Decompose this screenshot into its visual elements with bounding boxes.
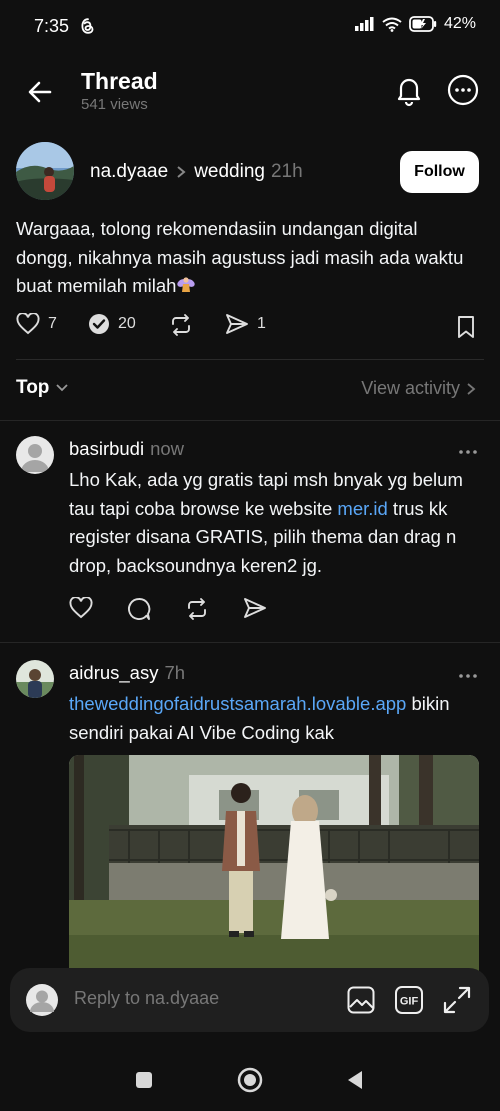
post-body: Wargaaa, tolong rekomendasiin undangan d… bbox=[16, 218, 464, 296]
post-meta: na.dyaae wedding 21h bbox=[90, 161, 303, 183]
share-count: 1 bbox=[257, 315, 266, 332]
post-time: 21h bbox=[270, 161, 303, 182]
page-title: Thread bbox=[81, 68, 158, 94]
my-avatar bbox=[26, 984, 58, 1016]
reply-time: 7h bbox=[164, 662, 186, 683]
author-avatar[interactable] bbox=[16, 142, 74, 200]
home-button[interactable] bbox=[237, 1067, 263, 1093]
chevron-right-icon bbox=[176, 165, 186, 179]
square-icon bbox=[131, 1067, 157, 1093]
sort-label: Top bbox=[16, 377, 50, 398]
gif-label: GIF bbox=[400, 996, 419, 1008]
send-icon bbox=[225, 313, 249, 335]
share-button[interactable] bbox=[243, 597, 267, 621]
chevron-down-icon bbox=[55, 383, 69, 393]
status-icons: 42% bbox=[354, 15, 476, 33]
divider bbox=[0, 642, 500, 643]
circle-icon bbox=[237, 1067, 263, 1093]
reply-more-button[interactable] bbox=[456, 664, 480, 688]
comment-check-icon bbox=[88, 313, 110, 335]
reply-button[interactable]: 20 bbox=[88, 313, 136, 335]
view-activity-label: View activity bbox=[361, 378, 460, 398]
notifications-button[interactable] bbox=[391, 72, 427, 108]
topic-tag[interactable]: wedding bbox=[194, 161, 265, 183]
wifi-icon bbox=[382, 17, 402, 32]
image-icon bbox=[346, 985, 376, 1015]
repost-button[interactable] bbox=[185, 597, 209, 621]
battery-percent: 42% bbox=[443, 15, 476, 32]
gif-button[interactable]: GIF bbox=[394, 985, 424, 1015]
share-button[interactable]: 1 bbox=[225, 313, 266, 335]
reply-text: theweddingofaidrustsamarah.lovable.app b… bbox=[69, 690, 487, 747]
recents-button[interactable] bbox=[131, 1067, 157, 1093]
reply-avatar[interactable] bbox=[16, 436, 54, 474]
divider bbox=[16, 359, 484, 360]
arrow-left-icon bbox=[22, 74, 58, 110]
view-count: 541 views bbox=[81, 96, 148, 113]
heart-icon bbox=[16, 313, 40, 335]
repost-icon bbox=[169, 313, 193, 337]
more-options-button[interactable] bbox=[445, 72, 481, 108]
sort-row: Top View activity bbox=[16, 376, 484, 402]
chevron-right-icon bbox=[466, 382, 476, 396]
reply-count: 20 bbox=[118, 315, 136, 332]
triangle-back-icon bbox=[342, 1067, 368, 1093]
reply-link[interactable]: mer.id bbox=[337, 498, 387, 519]
battery-icon bbox=[409, 16, 437, 32]
system-nav-bar bbox=[0, 1050, 500, 1111]
more-dots-icon bbox=[456, 440, 480, 464]
back-nav-button[interactable] bbox=[342, 1067, 368, 1093]
expand-icon bbox=[442, 985, 472, 1015]
reply-button[interactable] bbox=[127, 597, 151, 621]
fairy-emoji-icon bbox=[176, 275, 196, 295]
status-time: 7:35 bbox=[34, 16, 70, 36]
thread-header: Thread 541 views bbox=[0, 60, 500, 120]
view-activity-link[interactable]: View activity bbox=[361, 378, 476, 399]
repost-button[interactable] bbox=[169, 313, 193, 337]
like-button[interactable] bbox=[69, 597, 93, 621]
status-bar: 7:35 42% bbox=[0, 0, 500, 52]
reply-username[interactable]: basirbudi bbox=[69, 438, 144, 460]
reply-avatar[interactable] bbox=[16, 660, 54, 698]
back-button[interactable] bbox=[22, 74, 58, 110]
post-text: Wargaaa, tolong rekomendasiin undangan d… bbox=[16, 215, 476, 301]
like-button[interactable]: 7 bbox=[16, 313, 57, 335]
signal-icon bbox=[354, 17, 375, 31]
divider bbox=[0, 420, 500, 421]
expand-button[interactable] bbox=[442, 985, 472, 1015]
author-username[interactable]: na.dyaae bbox=[90, 161, 168, 183]
reply-header: basirbudi now bbox=[69, 438, 184, 460]
reply-link[interactable]: theweddingofaidrustsamarah.lovable.app bbox=[69, 693, 406, 714]
attach-image-button[interactable] bbox=[346, 985, 376, 1015]
threads-logo-icon bbox=[80, 17, 96, 35]
reply-text: Lho Kak, ada yg gratis tapi msh bnyak yg… bbox=[69, 466, 487, 580]
bell-icon bbox=[391, 72, 427, 108]
reply-composer: GIF bbox=[10, 968, 489, 1032]
reply-time: now bbox=[150, 438, 185, 459]
more-circle-icon bbox=[445, 72, 481, 108]
bookmark-icon bbox=[456, 315, 476, 339]
reply-header: aidrus_asy 7h bbox=[69, 662, 185, 684]
more-dots-icon bbox=[456, 664, 480, 688]
follow-button[interactable]: Follow bbox=[400, 151, 479, 193]
bookmark-button[interactable] bbox=[456, 315, 476, 339]
reply-username[interactable]: aidrus_asy bbox=[69, 662, 158, 684]
sort-dropdown[interactable]: Top bbox=[16, 377, 69, 399]
reply-input[interactable] bbox=[74, 988, 324, 1009]
reply-more-button[interactable] bbox=[456, 440, 480, 464]
post-actions: 7 20 1 bbox=[16, 313, 480, 343]
reply-actions bbox=[69, 597, 267, 621]
like-count: 7 bbox=[48, 315, 57, 332]
